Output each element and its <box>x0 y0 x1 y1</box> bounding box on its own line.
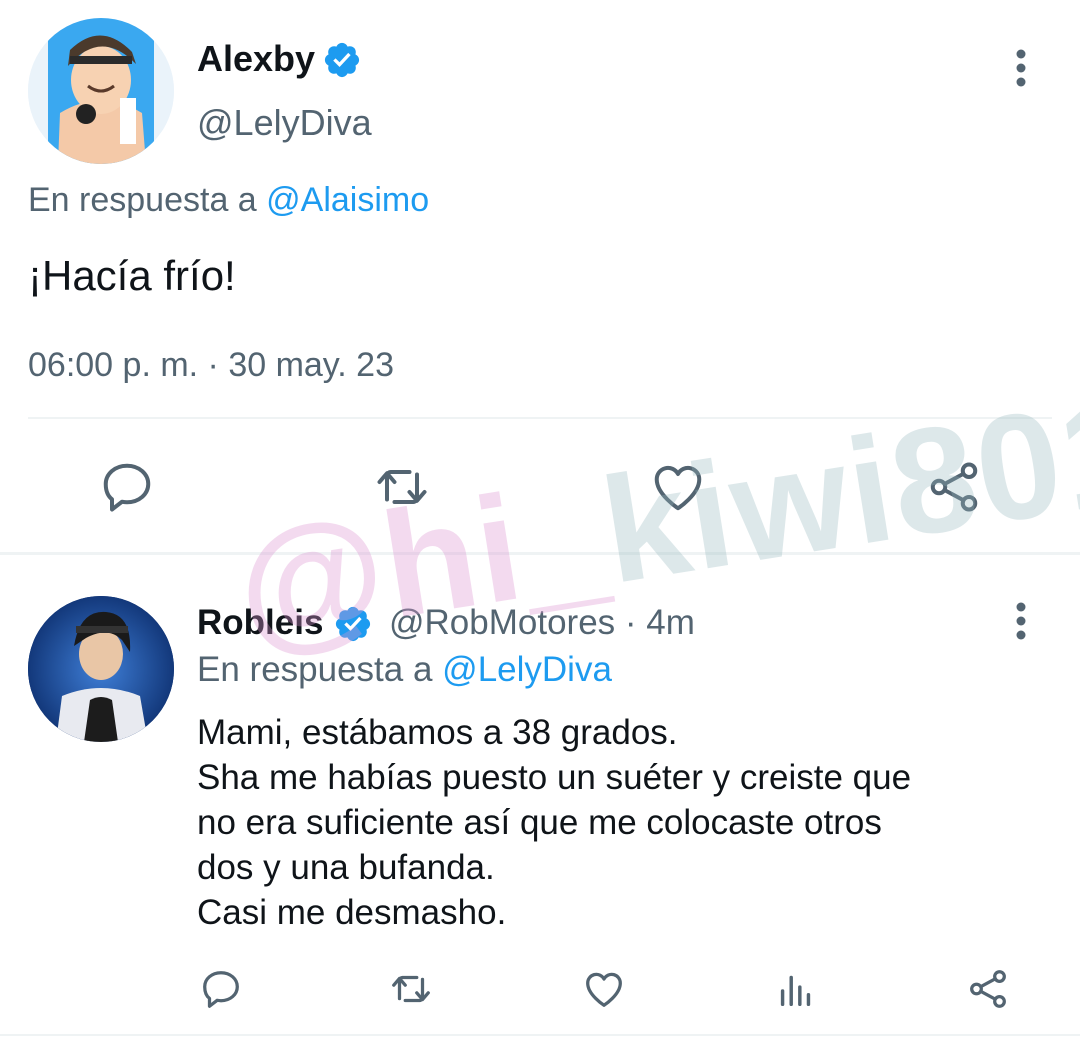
retweet-icon[interactable] <box>388 966 434 1012</box>
section-divider <box>0 552 1080 555</box>
tweet-text-line: Casi me desmasho. <box>197 893 507 932</box>
like-icon[interactable] <box>648 457 708 517</box>
replying-to-link[interactable]: @Alaisimo <box>266 181 429 219</box>
replying-to: En respuesta a @LelyDiva <box>197 650 612 690</box>
replying-prefix: En respuesta a <box>28 181 257 219</box>
reply-icon[interactable] <box>198 966 244 1012</box>
verified-badge-icon <box>335 606 371 642</box>
share-icon[interactable] <box>965 966 1011 1012</box>
retweet-icon[interactable] <box>372 457 432 517</box>
tweet-text-line: Sha me habías puesto un suéter y creiste… <box>197 758 912 797</box>
reply-author-avatar[interactable] <box>28 596 174 742</box>
tweet-text-line: no era suficiente así que me colocaste o… <box>197 803 882 842</box>
views-icon[interactable] <box>773 966 819 1012</box>
tweet-text-line: dos y una bufanda. <box>197 848 495 887</box>
divider <box>28 417 1052 419</box>
replying-to-link[interactable]: @LelyDiva <box>442 650 612 689</box>
display-name[interactable]: Alexby <box>197 38 315 80</box>
username-handle[interactable]: @LelyDiva <box>197 102 372 144</box>
avatar-illustration <box>28 18 174 164</box>
more-options-icon[interactable] <box>1005 601 1037 641</box>
tweet-timestamp[interactable]: 06:00 p. m. · 30 may. 23 <box>28 346 394 385</box>
username-meta: @RobMotores · 4m <box>389 603 695 643</box>
author-avatar[interactable] <box>28 18 174 164</box>
tweet-text-line: Mami, estábamos a 38 grados. <box>197 713 678 752</box>
username-handle[interactable]: @RobMotores <box>389 603 615 642</box>
tweet-text: ¡Hacía frío! <box>28 252 236 299</box>
avatar-illustration <box>28 596 174 742</box>
time-ago[interactable]: 4m <box>646 603 695 642</box>
verified-badge-icon <box>324 42 360 78</box>
replying-prefix: En respuesta a <box>197 650 433 689</box>
divider <box>0 1034 1080 1036</box>
tweet-text: Mami, estábamos a 38 grados. Sha me habí… <box>197 710 1037 935</box>
meta-separator: · <box>624 603 637 642</box>
display-name[interactable]: Robleis <box>197 603 323 643</box>
share-icon[interactable] <box>924 457 984 517</box>
replying-to: En respuesta a @Alaisimo <box>28 181 429 220</box>
like-icon[interactable] <box>581 966 627 1012</box>
more-options-icon[interactable] <box>1005 48 1037 88</box>
reply-icon[interactable] <box>97 457 157 517</box>
